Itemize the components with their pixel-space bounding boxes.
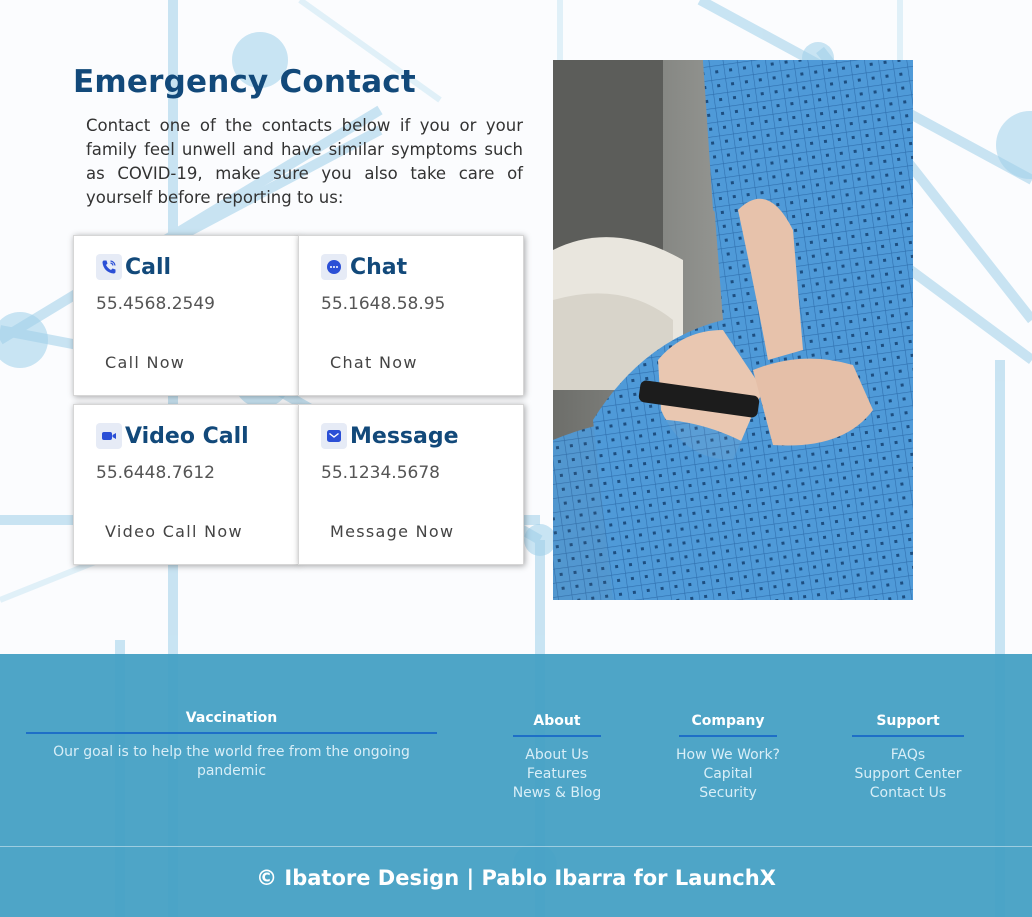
footer-divider bbox=[0, 846, 1032, 847]
phone-icon bbox=[96, 254, 122, 280]
footer-link-news-blog[interactable]: News & Blog bbox=[507, 784, 607, 803]
video-call-card-header: Video Call bbox=[96, 423, 249, 449]
footer-link-about-us[interactable]: About Us bbox=[507, 746, 607, 765]
footer-link-contact-us[interactable]: Contact Us bbox=[848, 784, 968, 803]
envelope-icon bbox=[321, 423, 347, 449]
chat-bubble-icon bbox=[321, 254, 347, 280]
chat-number: 55.1648.58.95 bbox=[321, 294, 446, 314]
footer-link-faqs[interactable]: FAQs bbox=[848, 746, 968, 765]
message-title: Message bbox=[350, 423, 459, 449]
footer-heading-about: About bbox=[513, 713, 601, 737]
call-card-header: Call bbox=[96, 254, 171, 280]
chat-card: Chat 55.1648.58.95 Chat Now bbox=[298, 235, 524, 396]
footer-link-security[interactable]: Security bbox=[668, 784, 788, 803]
footer-company: Company How We Work? Capital Security bbox=[668, 710, 788, 803]
message-card: Message 55.1234.5678 Message Now bbox=[298, 404, 524, 565]
footer-vaccination-text: Our goal is to help the world free from … bbox=[53, 744, 410, 779]
call-title: Call bbox=[125, 254, 172, 280]
footer-support: Support FAQs Support Center Contact Us bbox=[848, 710, 968, 803]
footer-about: About About Us Features News & Blog bbox=[507, 710, 607, 803]
footer-link-capital[interactable]: Capital bbox=[668, 765, 788, 784]
message-number: 55.1234.5678 bbox=[321, 463, 440, 483]
footer-link-features[interactable]: Features bbox=[507, 765, 607, 784]
chat-now-button[interactable]: Chat Now bbox=[330, 353, 418, 372]
chat-title: Chat bbox=[350, 254, 408, 280]
footer-vaccination: Vaccination Our goal is to help the worl… bbox=[26, 710, 437, 781]
video-call-card: Video Call 55.6448.7612 Video Call Now bbox=[73, 404, 299, 565]
footer-heading-vaccination: Vaccination bbox=[26, 710, 437, 734]
video-call-number: 55.6448.7612 bbox=[96, 463, 215, 483]
video-camera-icon bbox=[96, 423, 122, 449]
footer-heading-company: Company bbox=[679, 713, 777, 737]
call-card: Call 55.4568.2549 Call Now bbox=[73, 235, 299, 396]
video-call-title: Video Call bbox=[125, 423, 249, 449]
page-title: Emergency Contact bbox=[73, 64, 416, 100]
footer-link-how-we-work[interactable]: How We Work? bbox=[668, 746, 788, 765]
site-footer: Vaccination Our goal is to help the worl… bbox=[0, 654, 1032, 917]
footer-copyright: © Ibatore Design | Pablo Ibarra for Laun… bbox=[256, 866, 776, 890]
call-now-button[interactable]: Call Now bbox=[105, 353, 185, 372]
footer-link-support-center[interactable]: Support Center bbox=[848, 765, 968, 784]
message-card-header: Message bbox=[321, 423, 459, 449]
intro-text: Contact one of the contacts below if you… bbox=[86, 116, 523, 207]
message-now-button[interactable]: Message Now bbox=[330, 522, 454, 541]
video-call-now-button[interactable]: Video Call Now bbox=[105, 522, 243, 541]
patient-holding-phone-photo bbox=[553, 60, 913, 600]
call-number: 55.4568.2549 bbox=[96, 294, 215, 314]
footer-heading-support: Support bbox=[852, 713, 964, 737]
chat-card-header: Chat bbox=[321, 254, 407, 280]
